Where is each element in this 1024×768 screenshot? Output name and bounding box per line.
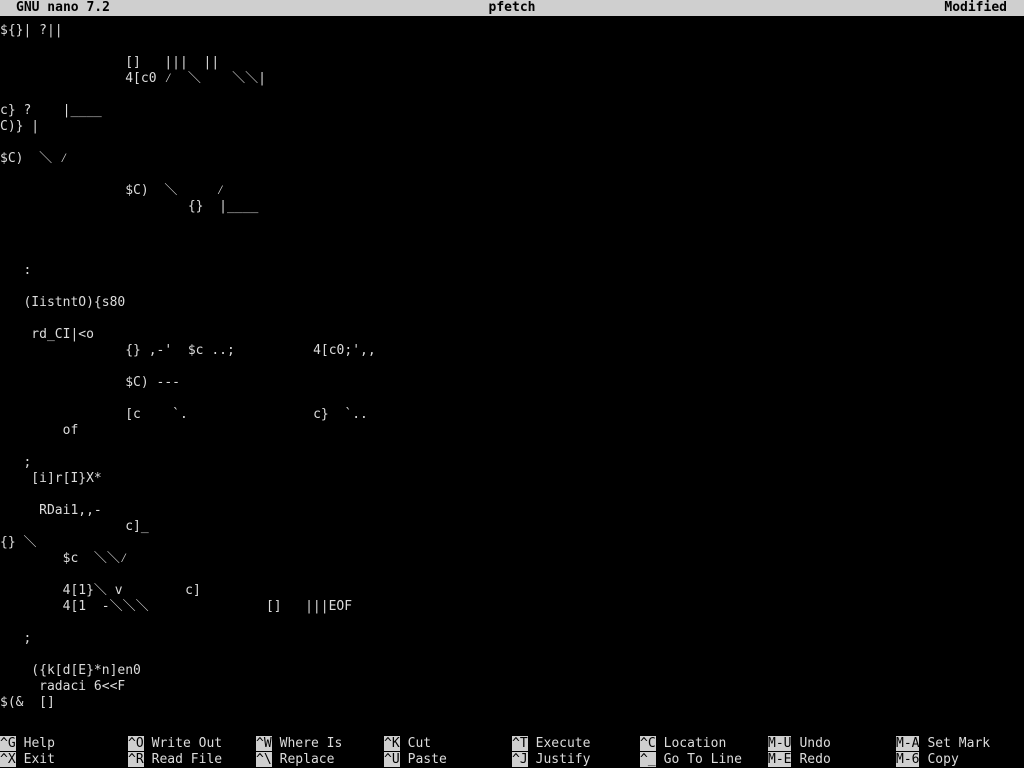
shortcut-key: ^O <box>128 736 144 751</box>
editor-line[interactable]: $C) ＼ ⁄ <box>0 151 68 167</box>
shortcut-label: Execute <box>535 736 591 751</box>
shortcut-key: ^K <box>384 736 400 751</box>
shortcut-key: ^T <box>512 736 528 751</box>
shortcut-location[interactable]: ^C Location <box>640 736 726 752</box>
editor-line[interactable]: $(& [] <box>0 695 55 711</box>
editor-line[interactable]: {} ＼ <box>0 535 36 551</box>
shortcut-exit[interactable]: ^X Exit <box>0 752 55 768</box>
shortcut-cut[interactable]: ^K Cut <box>384 736 431 752</box>
shortcut-write-out[interactable]: ^O Write Out <box>128 736 222 752</box>
shortcut-label: Write Out <box>151 736 223 751</box>
shortcut-key: ^U <box>384 752 400 767</box>
shortcut-paste[interactable]: ^U Paste <box>384 752 447 768</box>
editor-line[interactable]: C)} | <box>0 119 39 135</box>
shortcut-justify[interactable]: ^J Justify <box>512 752 590 768</box>
editor-line[interactable]: of <box>0 423 79 439</box>
title-bar: pfetch GNU nano 7.2 Modified <box>0 0 1024 16</box>
shortcut-label: Copy <box>927 752 959 767</box>
shortcut-key: M-U <box>768 736 792 751</box>
editor-line[interactable]: (IistntO){s80 <box>0 295 125 311</box>
text-editor-area[interactable]: ${}| ?|| [] ||| || 4[c0 ⁄ ＼ ＼＼| c} ? |___… <box>0 16 1024 732</box>
editor-line[interactable]: $C) --- <box>0 375 180 391</box>
shortcut-help[interactable]: ^G Help <box>0 736 55 752</box>
shortcut-label: Redo <box>799 752 831 767</box>
shortcut-label: Undo <box>799 736 831 751</box>
editor-line[interactable]: [c `. c} `.. <box>0 407 368 423</box>
editor-line[interactable]: [] ||| || <box>0 55 219 71</box>
shortcut-help-bar: ^G Help ^X Exit ^O Write Out ^R Read File ^W Wher… <box>0 734 1024 768</box>
editor-line[interactable]: 4[1 -＼＼＼ [] |||EOF <box>0 599 352 615</box>
shortcut-key: ^G <box>0 736 16 751</box>
shortcut-copy[interactable]: M-6 Copy <box>896 752 959 768</box>
shortcut-key: ^X <box>0 752 16 767</box>
shortcut-key: ^W <box>256 736 272 751</box>
editor-line[interactable]: ({k[d[E}*n]en0 <box>0 663 141 679</box>
editor-line[interactable]: RDai1,,- <box>0 503 102 519</box>
shortcut-label: Read File <box>151 752 223 767</box>
editor-line[interactable]: 4[c0 ⁄ ＼ ＼＼| <box>0 71 266 87</box>
editor-line[interactable]: ; <box>0 631 31 647</box>
editor-line[interactable]: 4[1}＼ v c] <box>0 583 201 599</box>
file-name: pfetch <box>488 0 536 15</box>
editor-line[interactable]: ; <box>0 455 31 471</box>
editor-line[interactable]: {} ,-' $c ..; 4[c0;',, <box>0 343 375 359</box>
shortcut-execute[interactable]: ^T Execute <box>512 736 590 752</box>
shortcut-replace[interactable]: ^\ Replace <box>256 752 334 768</box>
shortcut-key: M-A <box>896 736 920 751</box>
editor-line[interactable]: $C) ＼ ⁄ <box>0 183 224 199</box>
shortcut-key: ^_ <box>640 752 656 767</box>
shortcut-undo[interactable]: M-U Undo <box>768 736 831 752</box>
shortcut-label: Go To Line <box>663 752 742 767</box>
editor-line[interactable]: radaci 6<<F <box>0 679 125 695</box>
shortcut-label: Where Is <box>279 736 343 751</box>
modified-status: Modified <box>944 0 1007 15</box>
shortcut-key: ^C <box>640 736 656 751</box>
shortcut-label: Location <box>663 736 727 751</box>
shortcut-where-is[interactable]: ^W Where Is <box>256 736 342 752</box>
editor-line[interactable]: $c ＼＼⁄ <box>0 551 128 567</box>
shortcut-label: Help <box>23 736 55 751</box>
editor-line[interactable]: [i]r[I}X* <box>0 471 101 487</box>
shortcut-label: Exit <box>23 752 55 767</box>
editor-line[interactable]: {} |____ <box>0 199 258 215</box>
shortcut-label: Set Mark <box>927 736 991 751</box>
shortcut-read-file[interactable]: ^R Read File <box>128 752 222 768</box>
shortcut-label: Justify <box>535 752 591 767</box>
shortcut-go-to-line[interactable]: ^_ Go To Line <box>640 752 742 768</box>
app-version: GNU nano 7.2 <box>16 0 110 15</box>
editor-line[interactable]: c]_ <box>0 519 149 535</box>
shortcut-key: M-6 <box>896 752 920 767</box>
shortcut-set-mark[interactable]: M-A Set Mark <box>896 736 990 752</box>
shortcut-redo[interactable]: M-E Redo <box>768 752 831 768</box>
shortcut-key: ^J <box>512 752 528 767</box>
shortcut-key: ^\ <box>256 752 272 767</box>
shortcut-label: Paste <box>407 752 447 767</box>
shortcut-key: ^R <box>128 752 144 767</box>
shortcut-key: M-E <box>768 752 792 767</box>
editor-line[interactable]: ${}| ?|| <box>0 23 63 39</box>
editor-line[interactable]: rd_CI|<o <box>0 327 94 343</box>
shortcut-label: Replace <box>279 752 335 767</box>
editor-line[interactable]: c} ? |____ <box>0 103 102 119</box>
editor-line[interactable]: : <box>0 263 31 279</box>
shortcut-label: Cut <box>407 736 432 751</box>
